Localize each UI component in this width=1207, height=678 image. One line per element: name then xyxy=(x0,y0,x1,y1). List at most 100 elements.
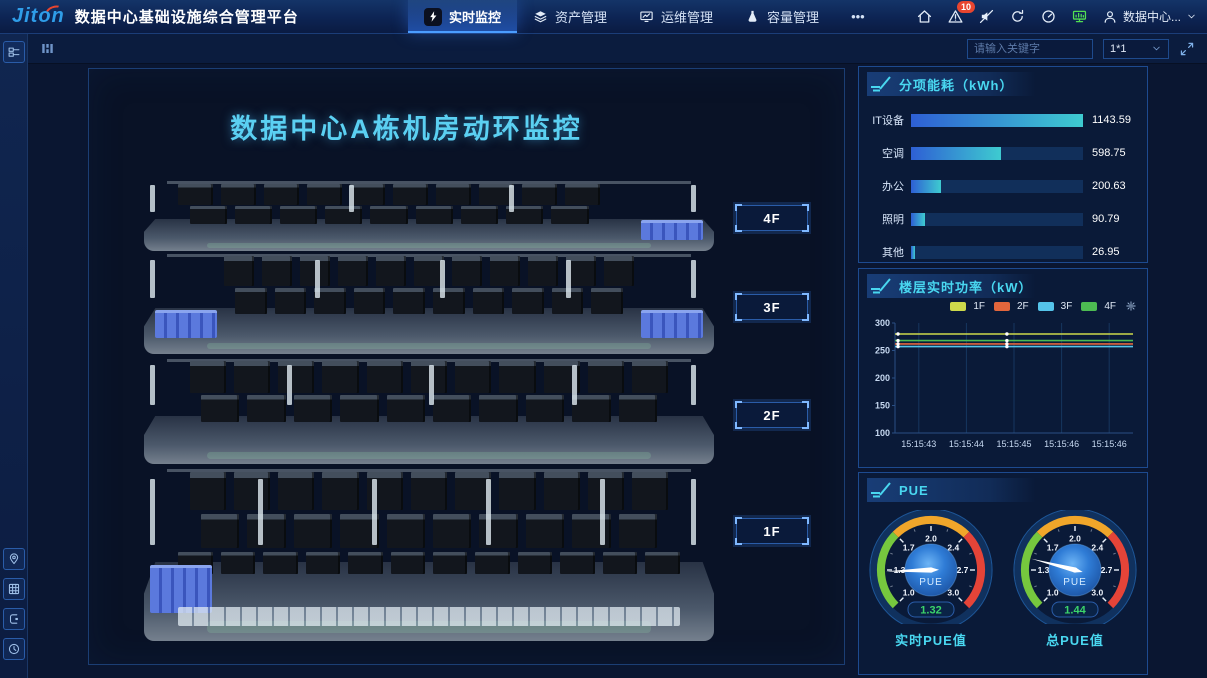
energy-bar-category: 空调 xyxy=(867,145,911,161)
structure-pillar xyxy=(150,479,155,544)
alert-icon[interactable]: 10 xyxy=(947,8,964,25)
server-rack xyxy=(275,288,307,314)
sub-toolbar: 1*1 xyxy=(28,34,1207,64)
structure-pillar xyxy=(691,260,696,298)
server-rack xyxy=(350,184,385,205)
server-rack xyxy=(393,184,428,205)
server-rack xyxy=(224,256,254,286)
corner-accent xyxy=(802,204,809,211)
restore-icon[interactable] xyxy=(1125,300,1137,312)
nav-item-more[interactable]: ••• xyxy=(835,0,881,33)
svg-text:PUE: PUE xyxy=(1063,577,1087,588)
app-title: 数据中心基础设施综合管理平台 xyxy=(75,6,299,27)
structure-pillar xyxy=(509,185,514,212)
floor-button-3f[interactable]: 3F xyxy=(736,294,808,320)
corner-accent xyxy=(735,401,742,408)
server-rack xyxy=(234,361,270,393)
energy-bar-track xyxy=(911,180,1083,193)
search-input[interactable] xyxy=(967,39,1093,59)
fullscreen-expand-icon[interactable] xyxy=(1179,41,1195,57)
server-rack xyxy=(591,288,623,314)
pipeline-icon[interactable] xyxy=(3,608,25,630)
energy-bar-fill xyxy=(911,180,941,193)
blue-rack-cluster xyxy=(641,310,703,338)
energy-bar-category: 其他 xyxy=(867,244,911,260)
floor-button-4f[interactable]: 4F xyxy=(736,205,808,231)
energy-bar-fill xyxy=(911,114,1083,127)
blue-rack-cluster xyxy=(155,310,217,338)
server-rack xyxy=(190,361,226,393)
server-rack xyxy=(264,184,299,205)
energy-bar-value: 1143.59 xyxy=(1083,114,1137,126)
card-title: PUE xyxy=(899,483,929,498)
energy-bar-row: IT设备 1143.59 xyxy=(867,112,1137,128)
rack-row xyxy=(178,184,600,205)
svg-text:15:15:43: 15:15:43 xyxy=(901,439,936,449)
server-rack xyxy=(387,514,425,548)
nav-item-ops-mgmt[interactable]: 运维管理 xyxy=(623,0,729,33)
navbar-right: 10 数据中心... xyxy=(916,0,1197,33)
legend-chip-2f[interactable] xyxy=(994,302,1010,311)
server-rack xyxy=(178,184,213,205)
refresh-icon[interactable] xyxy=(1009,8,1026,25)
layout-columns-icon[interactable] xyxy=(40,41,55,56)
structure-pillar xyxy=(440,260,445,298)
legend-chip-3f[interactable] xyxy=(1038,302,1054,311)
blue-rack-cluster xyxy=(641,220,703,240)
server-rack xyxy=(247,514,285,548)
rack-row xyxy=(235,288,623,314)
energy-bar-track xyxy=(911,147,1083,160)
server-rack xyxy=(544,472,580,510)
svg-text:15:15:44: 15:15:44 xyxy=(949,439,984,449)
legend-chip-4f[interactable] xyxy=(1081,302,1097,311)
corner-accent xyxy=(802,517,809,524)
energy-bar-value: 200.63 xyxy=(1083,180,1137,192)
nav-item-asset-mgmt[interactable]: 资产管理 xyxy=(517,0,623,33)
grid-icon[interactable] xyxy=(3,578,25,600)
header-decoration-icon xyxy=(869,481,895,499)
floor-aisle xyxy=(207,343,652,350)
corner-accent xyxy=(735,225,742,232)
svg-text:200: 200 xyxy=(875,373,890,383)
energy-bar-row: 照明 90.79 xyxy=(867,211,1137,227)
legend-label: 3F xyxy=(1061,301,1073,312)
screen-icon[interactable] xyxy=(1071,8,1088,25)
sidebar-top-group xyxy=(3,41,25,71)
server-rack xyxy=(455,361,491,393)
structure-pillar xyxy=(150,185,155,212)
energy-consumption-card: 分项能耗（kWh） IT设备 1143.59空调 598.75办公 200.63… xyxy=(858,66,1148,263)
svg-text:15:15:46: 15:15:46 xyxy=(1044,439,1079,449)
card-header: 楼层实时功率（kW） xyxy=(867,274,1139,298)
server-rack xyxy=(348,552,382,574)
alarm-mute-icon[interactable] xyxy=(978,8,995,25)
server-rack xyxy=(221,552,255,574)
svg-text:15:15:46: 15:15:46 xyxy=(1092,439,1127,449)
server-rack xyxy=(370,206,407,224)
server-rack xyxy=(528,256,558,286)
clock-icon[interactable] xyxy=(3,638,25,660)
location-icon[interactable] xyxy=(3,548,25,570)
server-rack xyxy=(190,472,226,510)
user-menu[interactable]: 数据中心... xyxy=(1102,8,1197,25)
floor-slab xyxy=(144,308,714,354)
svg-text:1.44: 1.44 xyxy=(1064,605,1086,617)
structure-pillar xyxy=(315,260,320,298)
floor-button-1f[interactable]: 1F xyxy=(736,518,808,544)
pue-gauge-svg: 1.01.31.72.02.42.73.0PUE1.32 xyxy=(865,510,997,624)
svg-text:2.7: 2.7 xyxy=(1101,565,1113,575)
gauge-icon[interactable] xyxy=(1040,8,1057,25)
legend-chip-1f[interactable] xyxy=(950,302,966,311)
energy-bar-category: 照明 xyxy=(867,211,911,227)
floor-button-2f[interactable]: 2F xyxy=(736,402,808,428)
server-rack xyxy=(522,184,557,205)
line-chart-legend: 1F2F3F4F xyxy=(950,300,1137,312)
nav-item-capacity-mgmt[interactable]: 容量管理 xyxy=(729,0,835,33)
app-logo[interactable]: Jiton xyxy=(12,5,65,28)
structure-pillar xyxy=(572,365,577,405)
svg-text:2.7: 2.7 xyxy=(957,565,969,575)
tree-panel-icon[interactable] xyxy=(3,41,25,63)
building-floor-1f xyxy=(144,469,714,641)
home-icon[interactable] xyxy=(916,8,933,25)
nav-item-realtime-monitor[interactable]: 实时监控 xyxy=(408,0,517,33)
layout-select[interactable]: 1*1 xyxy=(1103,39,1169,59)
